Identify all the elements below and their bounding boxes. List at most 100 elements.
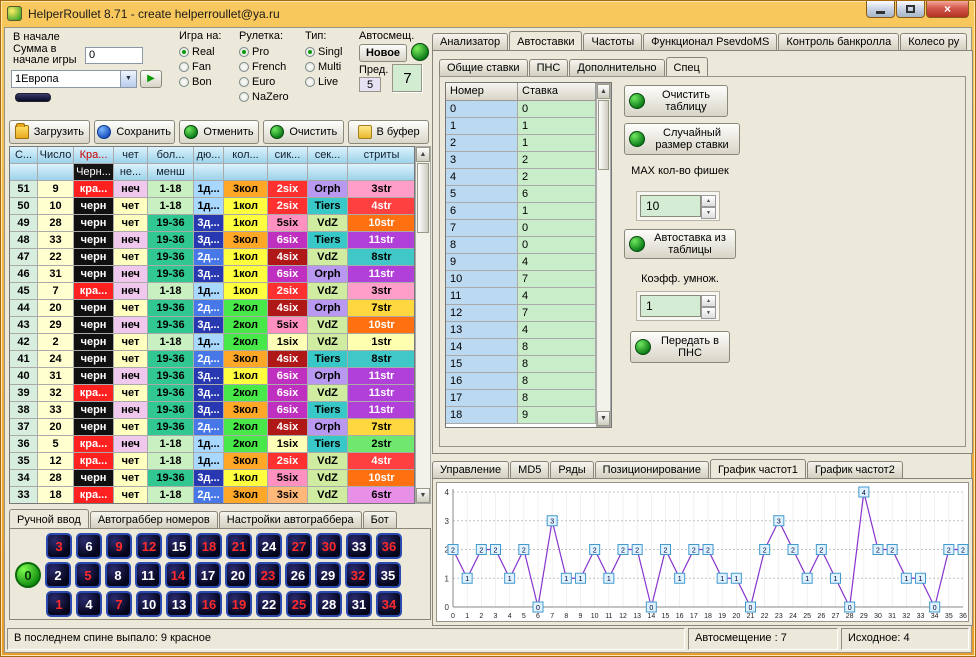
tab-main-4[interactable]: Контроль банкролла <box>778 33 899 50</box>
number-17-button[interactable]: 17 <box>195 562 221 588</box>
undo-button[interactable]: Отменить <box>179 120 260 144</box>
number-14-button[interactable]: 14 <box>165 562 191 588</box>
number-15-button[interactable]: 15 <box>166 533 192 559</box>
load-button[interactable]: Загрузить <box>9 120 90 144</box>
max-chips-up-icon[interactable]: ▲ <box>701 195 716 207</box>
history-row[interactable]: 4928чернчет19-363д...1кол5sixVdZ10str <box>10 215 414 232</box>
history-row[interactable]: 422чернчет1-181д...2кол1sixVdZ1str <box>10 334 414 351</box>
combo-dropdown-icon[interactable]: ▼ <box>120 71 136 87</box>
bet-row[interactable]: 80 <box>446 237 611 254</box>
radio-pro[interactable]: Pro <box>239 44 303 59</box>
number-31-button[interactable]: 31 <box>346 591 372 617</box>
history-row[interactable]: 457кра...неч1-181д...1кол2sixVdZ3str <box>10 283 414 300</box>
tab-main-1[interactable]: Автоставки <box>509 31 582 50</box>
tab-sub-2[interactable]: Дополнительно <box>569 59 664 76</box>
scroll-down-icon[interactable]: ▼ <box>416 488 430 503</box>
multiplier-down-icon[interactable]: ▼ <box>701 307 716 319</box>
number-22-button[interactable]: 22 <box>256 591 282 617</box>
transfer-to-pns-button[interactable]: Передать в ПНС <box>630 331 730 363</box>
tab-sub-0[interactable]: Общие ставки <box>439 59 528 76</box>
close-button[interactable]: × <box>926 1 969 18</box>
bet-row[interactable]: 189 <box>446 407 611 424</box>
radio-euro[interactable]: Euro <box>239 74 303 89</box>
history-row[interactable]: 4031черннеч19-363д...1кол6sixOrph11str <box>10 368 414 385</box>
number-28-button[interactable]: 28 <box>316 591 342 617</box>
number-23-button[interactable]: 23 <box>255 562 281 588</box>
radio-live[interactable]: Live <box>305 74 357 89</box>
tab-input-1[interactable]: Автограббер номеров <box>90 511 218 528</box>
bet-row[interactable]: 32 <box>446 152 611 169</box>
strip-button[interactable] <box>15 93 51 102</box>
copy-buffer-button[interactable]: В буфер <box>348 120 429 144</box>
title-bar[interactable]: HelperRoullet 8.71 - create helperroulle… <box>1 1 975 26</box>
bet-row[interactable]: 94 <box>446 254 611 271</box>
bet-row[interactable]: 127 <box>446 305 611 322</box>
number-24-button[interactable]: 24 <box>256 533 282 559</box>
history-row[interactable]: 3932кра...чет19-363д...2кол6sixVdZ11str <box>10 385 414 402</box>
autoshift-indicator-icon[interactable] <box>411 43 429 61</box>
tab-main-5[interactable]: Колесо ру <box>900 33 967 50</box>
number-35-button[interactable]: 35 <box>375 562 401 588</box>
tab-sub-3[interactable]: Спец <box>666 57 708 76</box>
bet-row[interactable]: 00 <box>446 101 611 118</box>
history-row[interactable]: 4124чернчет19-362д...3кол4sixTiers8str <box>10 351 414 368</box>
history-scrollbar[interactable]: ▲ ▼ <box>415 146 431 504</box>
bet-row[interactable]: 11 <box>446 118 611 135</box>
number-32-button[interactable]: 32 <box>345 562 371 588</box>
history-row[interactable]: 3428чернчет19-363д...1кол5sixVdZ10str <box>10 470 414 487</box>
random-bet-size-button[interactable]: Случайный размер ставки <box>624 123 740 155</box>
max-chips-value[interactable]: 10 <box>640 195 701 217</box>
history-row[interactable]: 3720чернчет19-362д...2кол4sixOrph7str <box>10 419 414 436</box>
number-11-button[interactable]: 11 <box>135 562 161 588</box>
number-5-button[interactable]: 5 <box>75 562 101 588</box>
radio-fan[interactable]: Fan <box>179 59 237 74</box>
number-4-button[interactable]: 4 <box>76 591 102 617</box>
history-row[interactable]: 3833черннеч19-363д...3кол6sixTiers11str <box>10 402 414 419</box>
autobet-from-table-button[interactable]: Автоставка из таблицы <box>624 229 736 259</box>
number-30-button[interactable]: 30 <box>316 533 342 559</box>
history-row[interactable]: 4420чернчет19-362д...2кол4sixOrph7str <box>10 300 414 317</box>
number-10-button[interactable]: 10 <box>136 591 162 617</box>
multiplier-up-icon[interactable]: ▲ <box>701 295 716 307</box>
bet-row[interactable]: 21 <box>446 135 611 152</box>
tab-bottom-2[interactable]: Ряды <box>550 461 593 478</box>
tab-input-3[interactable]: Бот <box>363 511 397 528</box>
history-row[interactable]: 3512кра...чет1-181д...3кол2sixVdZ4str <box>10 453 414 470</box>
tab-input-2[interactable]: Настройки автограббера <box>219 511 362 528</box>
history-row[interactable]: 4329черннеч19-363д...2кол5sixVdZ10str <box>10 317 414 334</box>
radio-nazero[interactable]: NaZero <box>239 89 303 104</box>
number-25-button[interactable]: 25 <box>286 591 312 617</box>
bet-row[interactable]: 56 <box>446 186 611 203</box>
multiplier-value[interactable]: 1 <box>640 295 701 317</box>
tab-bottom-5[interactable]: График частот2 <box>807 461 903 478</box>
bet-row[interactable]: 134 <box>446 322 611 339</box>
number-36-button[interactable]: 36 <box>376 533 402 559</box>
clear-button[interactable]: Очистить <box>263 120 344 144</box>
history-row[interactable]: 365кра...неч1-181д...2кол1sixTiers2str <box>10 436 414 453</box>
tab-input-0[interactable]: Ручной ввод <box>9 509 89 528</box>
tab-main-3[interactable]: Функционал PsevdoMS <box>643 33 777 50</box>
bet-scrollbar[interactable]: ▲ ▼ <box>596 83 611 427</box>
number-16-button[interactable]: 16 <box>196 591 222 617</box>
number-33-button[interactable]: 33 <box>346 533 372 559</box>
number-1-button[interactable]: 1 <box>46 591 72 617</box>
bet-row[interactable]: 42 <box>446 169 611 186</box>
history-row[interactable]: 4722чернчет19-362д...1кол4sixVdZ8str <box>10 249 414 266</box>
bet-row[interactable]: 70 <box>446 220 611 237</box>
minimize-button[interactable] <box>866 1 895 18</box>
number-2-button[interactable]: 2 <box>45 562 71 588</box>
history-row[interactable]: 4833черннеч19-363д...3кол6sixTiers11str <box>10 232 414 249</box>
radio-french[interactable]: French <box>239 59 303 74</box>
bet-scroll-up-icon[interactable]: ▲ <box>597 84 610 99</box>
bet-row[interactable]: 178 <box>446 390 611 407</box>
history-row[interactable]: 4631черннеч19-363д...1кол6sixOrph11str <box>10 266 414 283</box>
history-row[interactable]: 5010чернчет1-181д...1кол2sixTiers4str <box>10 198 414 215</box>
tab-bottom-1[interactable]: MD5 <box>510 461 549 478</box>
tab-sub-1[interactable]: ПНС <box>529 59 569 76</box>
number-0-button[interactable]: 0 <box>15 562 41 588</box>
save-button[interactable]: Сохранить <box>94 120 175 144</box>
radio-real[interactable]: Real <box>179 44 237 59</box>
radio-bon[interactable]: Bon <box>179 74 237 89</box>
history-row[interactable]: 519кра...неч1-181д...3кол2sixOrph3str <box>10 181 414 198</box>
bet-row[interactable]: 148 <box>446 339 611 356</box>
